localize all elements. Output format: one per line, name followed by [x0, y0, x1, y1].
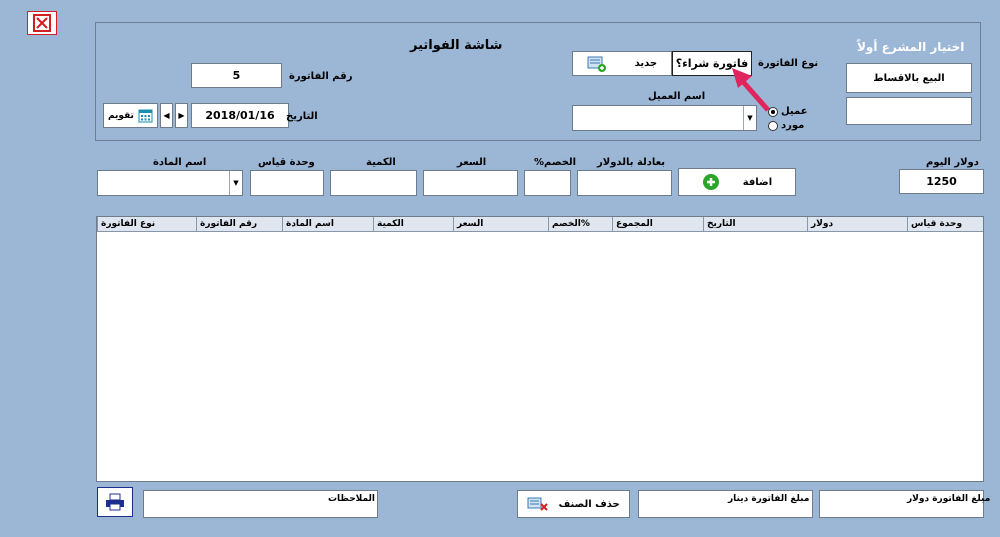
column-header: المجموع [612, 217, 703, 231]
radio-supplier-label: مورد [781, 120, 805, 131]
price-field[interactable] [423, 170, 518, 196]
column-header: رقم الفاتورة [196, 217, 282, 231]
date-picker-group: تقويم ◀ ▶ 2018/01/16 [103, 103, 289, 128]
amount-dollar-label: مبلغ الفاتورة دولار [907, 494, 991, 504]
items-table[interactable]: نوع الفاتورة رقم الفاتورة اسم المادة الك… [96, 216, 984, 482]
page-title: شاشة الفواتير [410, 38, 503, 53]
add-document-icon [587, 56, 606, 72]
column-header: وحدة قياس [907, 217, 983, 231]
delete-row-icon [527, 497, 549, 511]
add-button[interactable]: اضافة [678, 168, 796, 196]
calendar-button[interactable]: تقويم [103, 103, 158, 128]
items-table-header: نوع الفاتورة رقم الفاتورة اسم المادة الك… [97, 217, 983, 232]
delete-row-label: حذف الصنف [558, 498, 620, 510]
date-field[interactable]: 2018/01/16 [191, 103, 289, 128]
close-icon [33, 14, 51, 32]
column-header: الخصم% [548, 217, 612, 231]
new-invoice-button[interactable]: جديد [572, 51, 672, 76]
client-name-label: اسم العميل [648, 91, 706, 102]
installment-sale-button[interactable]: البيع بالاقساط [846, 63, 972, 93]
project-prompt: اختيار المشرع أولاً [857, 40, 965, 54]
dollar-today-label: دولار اليوم [926, 157, 979, 168]
item-name-dropdown[interactable]: ▼ [97, 170, 243, 196]
discount-field[interactable] [524, 170, 571, 196]
equiv-dollar-field[interactable] [577, 170, 672, 196]
equiv-dollar-label: بعادلة بالدولار [597, 157, 666, 168]
unit-label: وحدة قياس [258, 157, 315, 168]
price-label: السعر [457, 157, 487, 168]
column-header: التاريخ [703, 217, 807, 231]
column-header: اسم المادة [282, 217, 373, 231]
delete-row-button[interactable]: حذف الصنف [517, 490, 630, 518]
item-name-label: اسم المادة [153, 157, 207, 168]
radio-client[interactable]: عميل [768, 106, 808, 117]
notes-label: الملاحظات [328, 494, 376, 504]
column-header: الكمية [373, 217, 453, 231]
client-name-dropdown[interactable]: ▼ [572, 105, 757, 131]
printer-icon [106, 493, 124, 511]
column-header: السعر [453, 217, 548, 231]
radio-client-label: عميل [781, 106, 808, 117]
radio-supplier[interactable]: مورد [768, 120, 804, 131]
column-header: دولار [807, 217, 907, 231]
previous-date-button[interactable]: ◀ [160, 103, 173, 128]
invoice-number-field[interactable]: 5 [191, 63, 282, 88]
print-button[interactable] [97, 487, 133, 517]
radio-supplier-dot [768, 120, 778, 131]
close-button[interactable] [27, 11, 57, 35]
calendar-button-label: تقويم [108, 110, 134, 121]
add-circle-icon [702, 174, 719, 190]
radio-client-dot [768, 106, 778, 117]
quantity-label: الكمية [366, 157, 396, 168]
calendar-icon [138, 109, 153, 123]
unit-field[interactable] [250, 170, 324, 196]
quantity-field[interactable] [330, 170, 417, 196]
chevron-down-icon: ▼ [743, 106, 756, 130]
discount-label: الخصم% [534, 157, 577, 168]
date-label: التاريخ [286, 111, 318, 122]
next-date-button[interactable]: ▶ [175, 103, 188, 128]
column-header: نوع الفاتورة [97, 217, 196, 231]
project-field[interactable] [846, 97, 972, 125]
invoice-number-label: رقم الفاتورة [289, 71, 353, 82]
amount-dinar-label: مبلغ الفاتورة دينار [728, 494, 810, 504]
add-button-label: اضافة [742, 176, 773, 188]
chevron-down-icon: ▼ [229, 171, 242, 195]
dollar-today-field[interactable]: 1250 [899, 169, 984, 194]
new-invoice-label: جديد [634, 58, 658, 69]
